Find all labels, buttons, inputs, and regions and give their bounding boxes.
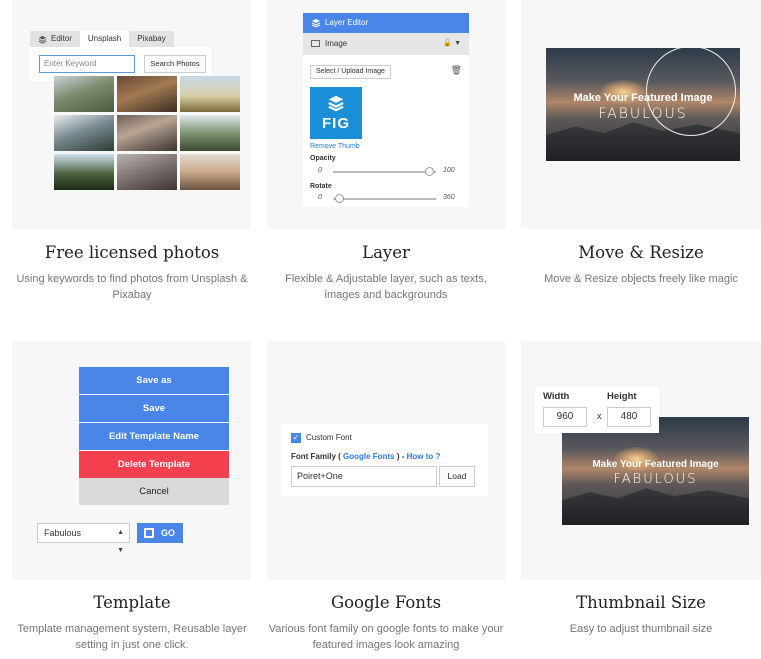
- photo-thumbnail[interactable]: [117, 154, 177, 190]
- select-arrows-icon: ▲ ▼: [117, 529, 124, 554]
- featured-image-preview[interactable]: Make Your Featured Image FABULOUS: [546, 48, 740, 161]
- layers-icon: [311, 19, 321, 28]
- resize-handle-circle[interactable]: [646, 48, 736, 136]
- photo-thumbnail[interactable]: [54, 154, 114, 190]
- rotate-label: Rotate: [310, 183, 332, 190]
- width-input[interactable]: 960: [543, 407, 587, 427]
- edit-template-name-button[interactable]: Edit Template Name: [79, 423, 229, 450]
- fig-logo-text: FIG: [322, 115, 350, 132]
- tab-unsplash[interactable]: Unsplash: [79, 31, 130, 47]
- photo-thumbnail[interactable]: [180, 115, 240, 151]
- font-family-input[interactable]: Poiret+One: [291, 466, 437, 487]
- google-fonts-link[interactable]: Google Fonts: [343, 452, 395, 461]
- width-label: Width: [543, 391, 570, 402]
- feature-title: Google Fonts: [330, 593, 442, 612]
- feature-description: Various font family on google fonts to m…: [268, 623, 504, 651]
- rotate-min: 0: [318, 194, 322, 201]
- photo-thumbnail[interactable]: [117, 115, 177, 151]
- how-to-link[interactable]: How to ?: [407, 452, 441, 461]
- font-family-label: Font Family ( Google Fonts ) - How to ?: [291, 452, 440, 461]
- select-upload-image-button[interactable]: Select / Upload Image: [310, 65, 391, 79]
- tab-pixabay-label: Pixabay: [137, 34, 166, 43]
- rotate-slider-track[interactable]: [333, 198, 436, 200]
- font-family-sep: ) -: [396, 452, 405, 461]
- layer-editor-panel: Layer Editor Image 🔓 ▼ Select / Upload I…: [303, 13, 469, 207]
- tab-pixabay[interactable]: Pixabay: [129, 31, 174, 47]
- save-button[interactable]: Save: [79, 395, 229, 422]
- feature-description: Template management system, Reusable lay…: [17, 623, 247, 651]
- rotate-max: 360: [443, 194, 455, 201]
- photo-thumbnail[interactable]: [54, 115, 114, 151]
- photo-thumbnail[interactable]: [180, 76, 240, 112]
- size-separator: x: [597, 411, 602, 421]
- delete-template-button[interactable]: Delete Template: [79, 451, 229, 478]
- template-select[interactable]: Fabulous ▲ ▼: [37, 523, 130, 554]
- feature-title: Free licensed photos: [44, 243, 220, 262]
- load-font-button[interactable]: Load: [439, 466, 475, 487]
- thumbnail-size-panel: Width Height 960 x 480: [535, 387, 659, 433]
- remove-thumb-link[interactable]: Remove Thumb: [310, 143, 360, 150]
- rotate-slider-thumb[interactable]: [335, 194, 344, 203]
- lock-icon[interactable]: 🔓: [443, 40, 452, 47]
- layers-icon: [38, 35, 47, 44]
- layer-item-name: Image: [325, 39, 348, 48]
- thumbnail-preview: Make Your Featured Image FABULOUS: [562, 417, 749, 525]
- feature-title: Layer: [362, 243, 410, 262]
- mountain-silhouette: [562, 488, 749, 525]
- feature-title: Template: [93, 593, 171, 612]
- opacity-max: 100: [443, 167, 455, 174]
- trash-icon[interactable]: 🗑: [451, 65, 462, 76]
- photo-thumbnail[interactable]: [54, 76, 114, 112]
- tab-editor[interactable]: Editor: [30, 31, 80, 47]
- feature-description: Flexible & Adjustable layer, such as tex…: [285, 273, 487, 301]
- height-label: Height: [607, 391, 637, 402]
- photo-results-grid: [54, 76, 240, 190]
- layers-icon: [328, 95, 344, 112]
- go-button-label: GO: [161, 528, 176, 538]
- feature-title: Thumbnail Size: [576, 593, 706, 612]
- save-disk-icon: [144, 528, 154, 538]
- feature-description: Using keywords to find photos from Unspl…: [16, 273, 248, 301]
- custom-font-checkbox[interactable]: ✓: [291, 433, 301, 443]
- image-icon: [311, 40, 320, 47]
- photo-source-tabs: Editor Unsplash Pixabay: [30, 31, 174, 47]
- layer-editor-header: Layer Editor: [303, 13, 469, 33]
- feature-title: Move & Resize: [578, 243, 704, 262]
- opacity-slider-track[interactable]: [333, 171, 436, 173]
- layer-controls: 🔓 ▼: [443, 33, 461, 55]
- go-button[interactable]: GO: [137, 523, 183, 543]
- layer-item[interactable]: Image 🔓 ▼: [303, 33, 469, 55]
- tab-editor-label: Editor: [51, 34, 72, 43]
- chevron-down-icon[interactable]: ▼: [454, 40, 461, 47]
- opacity-label: Opacity: [310, 155, 336, 162]
- thumbnail-subheadline: FABULOUS: [613, 472, 698, 487]
- thumbnail-headline: Make Your Featured Image: [592, 459, 719, 470]
- feature-description: Move & Resize objects freely like magic: [544, 273, 738, 285]
- search-photos-button[interactable]: Search Photos: [144, 55, 206, 73]
- google-fonts-panel: ✓ Custom Font Font Family ( Google Fonts…: [281, 424, 488, 496]
- font-family-text: Font Family (: [291, 452, 341, 461]
- custom-font-label: Custom Font: [306, 433, 352, 442]
- feature-description: Easy to adjust thumbnail size: [569, 623, 713, 635]
- photo-thumbnail[interactable]: [117, 76, 177, 112]
- save-as-button[interactable]: Save as: [79, 367, 229, 394]
- cancel-button[interactable]: Cancel: [79, 478, 229, 505]
- height-input[interactable]: 480: [607, 407, 651, 427]
- opacity-slider-thumb[interactable]: [425, 167, 434, 176]
- layer-editor-title: Layer Editor: [325, 18, 369, 27]
- tab-unsplash-label: Unsplash: [87, 34, 122, 43]
- template-select-value: Fabulous: [44, 528, 82, 538]
- fig-logo-thumbnail: FIG: [310, 87, 362, 139]
- photo-thumbnail[interactable]: [180, 154, 240, 190]
- keyword-input[interactable]: Enter Keyword: [39, 55, 135, 73]
- opacity-min: 0: [318, 167, 322, 174]
